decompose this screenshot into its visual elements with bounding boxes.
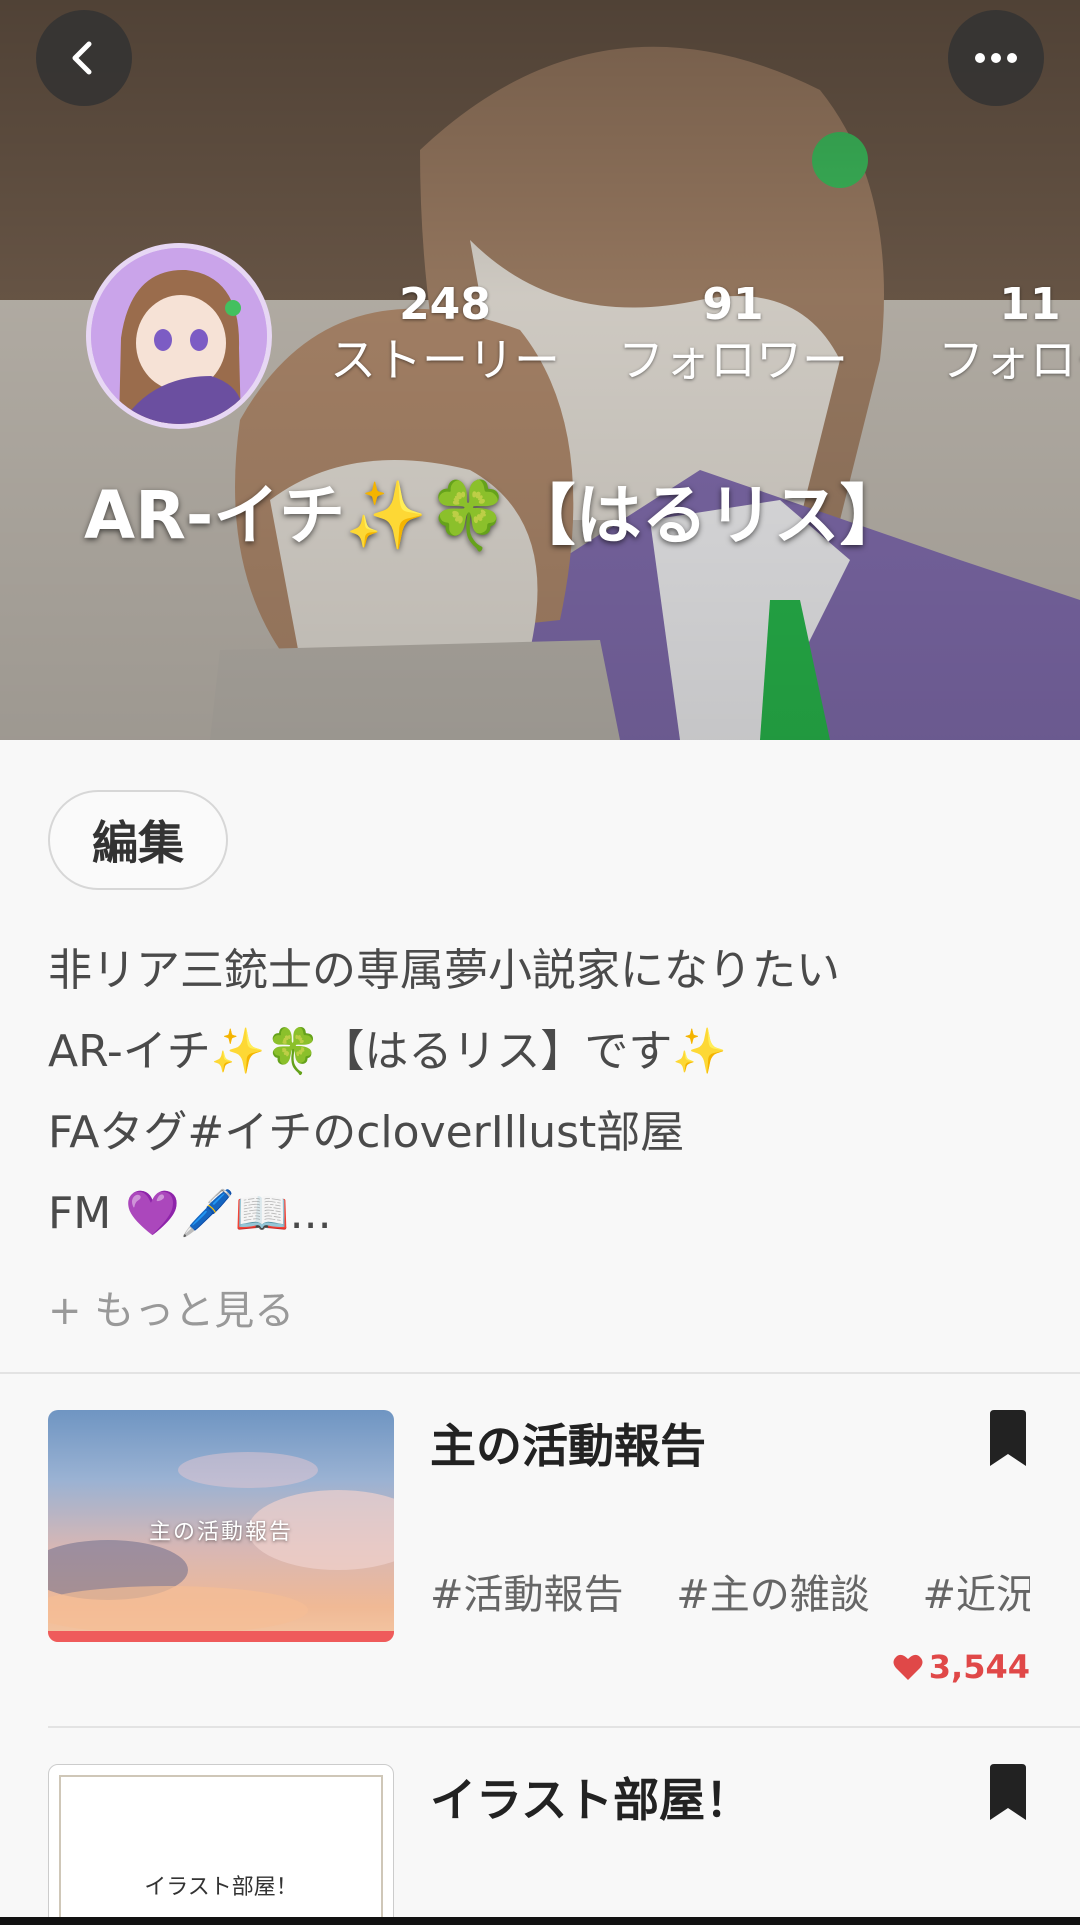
stat-following-count: 11 [999, 279, 1061, 330]
avatar[interactable] [86, 243, 272, 429]
thumbnail-progress-bar [48, 1631, 394, 1642]
stat-following-label: フォロー [938, 333, 1080, 387]
system-nav-bar [0, 1917, 1080, 1925]
stat-followers-count: 91 [702, 279, 764, 330]
show-more-link[interactable]: + もっと見る [48, 1278, 294, 1336]
profile-name: AR-イチ✨🍀【はるリス】 [84, 477, 906, 554]
thumbnail-title: 主の活動報告 [148, 1520, 293, 1545]
profile-bio: 非リア三銃士の専属夢小説家になりたい AR-イチ✨🍀【はるリス】です✨ FAタグ… [48, 930, 1048, 1254]
story-tags: #活動報告 #主の雑談 #近況... [430, 1562, 1030, 1620]
more-options-button[interactable] [948, 10, 1044, 106]
story-item[interactable]: イラスト部屋！ イラスト部屋！ [0, 1764, 1080, 1925]
like-count: 3,544 [893, 1648, 1030, 1686]
thumbnail-frame [59, 1775, 383, 1925]
bio-line: FAタグ#イチのcloverIllust部屋 [48, 1107, 685, 1158]
back-button[interactable] [36, 10, 132, 106]
stat-followers[interactable]: 91 フォロワー [608, 280, 858, 390]
like-count-value: 3,544 [928, 1648, 1030, 1686]
bookmark-icon[interactable] [986, 1764, 1030, 1824]
more-horizontal-icon [975, 53, 1017, 63]
edit-profile-button[interactable]: 編集 [48, 790, 228, 890]
bio-line: AR-イチ✨🍀【はるリス】です✨ [48, 1026, 728, 1077]
story-thumbnail[interactable]: イラスト部屋！ [48, 1764, 394, 1925]
story-title[interactable]: 主の活動報告 [430, 1410, 706, 1476]
stat-stories-count: 248 [399, 279, 491, 330]
section-divider [0, 1372, 1080, 1374]
tag-link[interactable]: #主の雑談 [676, 1572, 870, 1618]
bookmark-icon[interactable] [986, 1410, 1030, 1470]
avatar-illustration [91, 248, 267, 424]
stat-followers-label: フォロワー [618, 333, 848, 387]
story-divider [48, 1726, 1080, 1728]
chevron-left-icon [72, 41, 92, 75]
bio-line: FM 💜🖊️📖... [48, 1188, 332, 1239]
heart-icon [893, 1654, 923, 1680]
story-item[interactable]: 主の活動報告 主の活動報告 #活動報告 #主の雑談 #近況... 3,544 [0, 1410, 1080, 1726]
story-thumbnail[interactable]: 主の活動報告 [48, 1410, 394, 1642]
bio-line: 非リア三銃士の専属夢小説家になりたい [48, 945, 840, 996]
stat-stories-label: ストーリー [330, 333, 560, 387]
stat-stories[interactable]: 248 ストーリー [320, 280, 570, 390]
story-title[interactable]: イラスト部屋！ [430, 1764, 751, 1830]
tag-link[interactable]: #近況... [922, 1572, 1030, 1618]
tag-link[interactable]: #活動報告 [430, 1572, 624, 1618]
thumbnail-title: イラスト部屋！ [144, 1875, 298, 1900]
stat-following[interactable]: 11 フォロー [900, 280, 1080, 390]
